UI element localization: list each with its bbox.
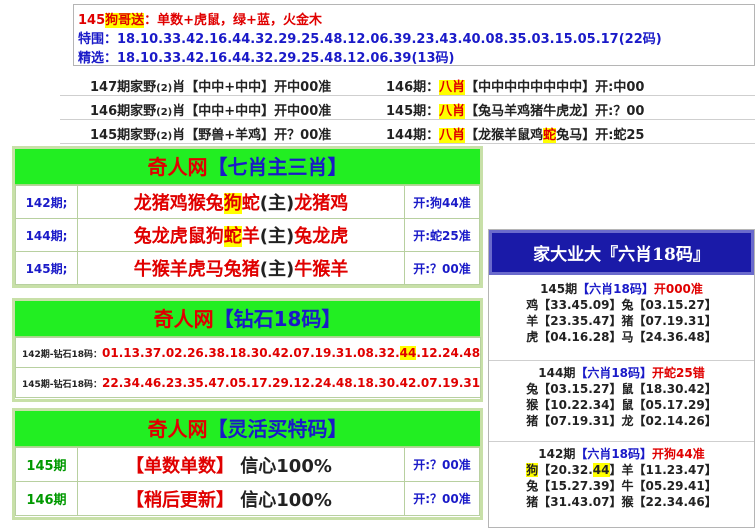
list-item: 羊【23.35.47】猪【07.19.31】 — [526, 314, 717, 328]
panel-table: 142期; 龙猪鸡猴兔狗蛇(主)龙猪鸡 开:狗44准 144期; 兔龙虎鼠狗蛇羊… — [15, 185, 480, 285]
table-row: 145期-钻石18码：22.34.46.23.35.47.05.17.29.12… — [14, 367, 482, 398]
list-item: 猪【31.43.07】猴【22.34.46】 — [526, 495, 717, 509]
list-item: 虎【04.16.28】马【24.36.48】 — [526, 330, 717, 344]
panel-table: 145期 【单数单数】 信心100% 开:？00准 146期 【稍后更新】 信心… — [15, 447, 480, 516]
list-item: 兔【03.15.27】鼠【18.30.42】 — [526, 382, 717, 396]
history-row: 145期家野(2)肖【野兽+羊鸡】开？00准 144期：八肖【龙猴羊鼠鸡蛇兔马】… — [60, 120, 755, 144]
list-item: 猪【07.19.31】龙【02.14.26】 — [526, 414, 717, 428]
info-head: 145狗哥送：单数+虎鼠，绿+蓝，火金木 — [78, 13, 322, 28]
panel-title: 奇人网【钻石18码】 — [15, 301, 480, 337]
panel-title: 奇人网【灵活买特码】 — [15, 411, 480, 447]
info-special-range: 特围：18.10.33.42.16.44.32.29.25.48.12.06.3… — [78, 32, 662, 47]
history-row: 147期家野(2)肖【中中+中中】开中00准 146期：八肖【中中中中中中中中】… — [60, 72, 755, 96]
panel-title: 奇人网【七肖主三肖】 — [15, 149, 480, 185]
six-zodiac-title: 家大业大『六肖18码』 — [489, 230, 754, 275]
table-row: 146期 【稍后更新】 信心100% 开:？00准 — [15, 481, 480, 516]
list-item: 鸡【33.45.09】兔【03.15.27】 — [526, 298, 717, 312]
table-row: 145期; 牛猴羊虎马兔猪(主)牛猴羊 开:？00准 — [15, 251, 480, 285]
six-zodiac-box: 家大业大『六肖18码』 145期【六肖18码】开000准 鸡【33.45.09】… — [488, 229, 755, 528]
table-row: 142期; 龙猪鸡猴兔狗蛇(主)龙猪鸡 开:狗44准 — [15, 185, 480, 219]
table-row: 144期; 兔龙虎鼠狗蛇羊(主)兔龙虎 开:蛇25准 — [15, 218, 480, 252]
history-row: 146期家野(2)肖【中中+中中】开中00准 145期：八肖【兔马羊鸡猪牛虎龙】… — [60, 96, 755, 120]
zodiac-section: 144期【六肖18码】开蛇25错 兔【03.15.27】鼠【18.30.42】 … — [489, 361, 754, 442]
list-item: 猴【10.22.34】鼠【05.17.29】 — [526, 398, 717, 412]
panel-diamond-18: 奇人网【钻石18码】 142期-钻石18码：01.13.37.02.26.38.… — [12, 298, 483, 402]
panel-seven-zodiac: 奇人网【七肖主三肖】 142期; 龙猪鸡猴兔狗蛇(主)龙猪鸡 开:狗44准 14… — [12, 146, 483, 288]
table-row: 145期 【单数单数】 信心100% 开:？00准 — [15, 447, 480, 482]
list-item: 狗【20.32.44】羊【11.23.47】 — [526, 463, 717, 477]
panel-flexible-special: 奇人网【灵活买特码】 145期 【单数单数】 信心100% 开:？00准 146… — [12, 408, 483, 520]
info-box: 145狗哥送：单数+虎鼠，绿+蓝，火金木 特围：18.10.33.42.16.4… — [73, 4, 755, 66]
zodiac-section: 142期【六肖18码】开狗44准 狗【20.32.44】羊【11.23.47】 … — [489, 442, 754, 528]
panel-table: 142期-钻石18码：01.13.37.02.26.38.18.30.42.07… — [14, 337, 482, 398]
list-item: 兔【15.27.39】牛【05.29.41】 — [526, 479, 717, 493]
table-row: 142期-钻石18码：01.13.37.02.26.38.18.30.42.07… — [14, 337, 482, 368]
info-selected: 精选：18.10.33.42.16.44.32.29.25.48.12.06.3… — [78, 51, 455, 66]
zodiac-section: 145期【六肖18码】开000准 鸡【33.45.09】兔【03.15.27】 … — [489, 277, 754, 361]
